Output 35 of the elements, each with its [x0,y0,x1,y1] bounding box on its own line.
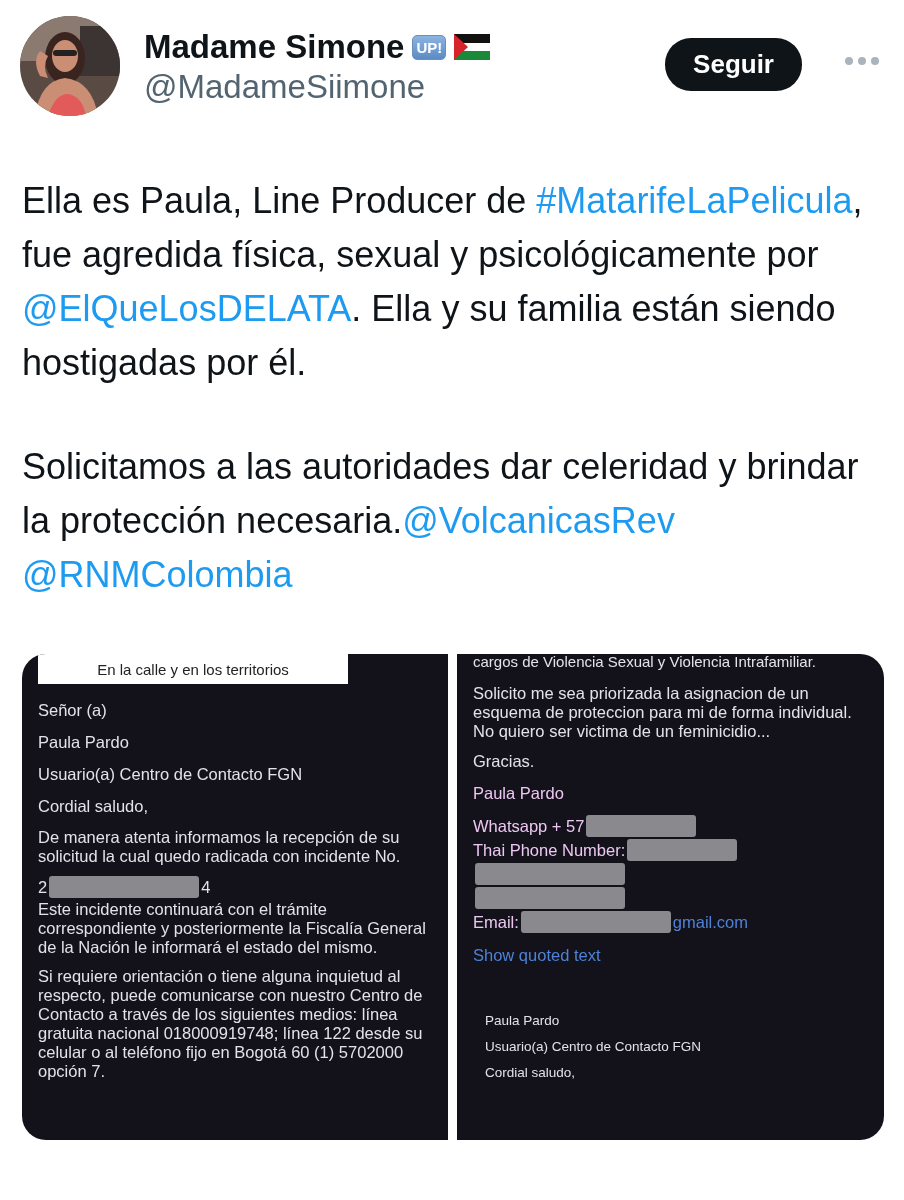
tweet-text: Solicitamos a las autoridades dar celeridad y brindar la protección necesaria.@VolcanicasRev @RNMColombia [22,445,860,597]
email-paragraph: Si requiere orientación o tiene alguna inquietud al respecto, puede comunicarse con nuestro Centro de Contacto a través de los siguientes medios: línea gratuita nacional 018000919748; línea 122 desde su celular o al teléfono fijo en Bogotá 60 (1) 5702000 opción 7. [38,967,424,1081]
badge-emoji: UP! [412,34,447,60]
author-handle: @MadameSiimone [144,68,427,106]
link[interactable]: @VolcanicasRev [402,500,675,541]
email-text: 2 [38,877,48,898]
quoted-text: Paula Pardo [485,1013,561,1029]
signature-name: Paula Pardo [473,783,565,803]
email-text: cargos de Violencia Sexual y Violencia Intrafamiliar. [473,654,817,670]
tweet-text: Ella es Paula, Line Producer de #MatarifeLaPelicula, fue agredida física, sexual y psicológicamente por @ElQueLosDELATA. Ella y su familia están siendo hostigadas por él. [22,179,864,385]
link[interactable]: @ElQueLosDELATA [22,288,352,329]
author-name[interactable]: Madame Simone [144,28,405,66]
email-paragraph: Solicito me sea priorizada la asignacion de un esquema de proteccion para mi de forma individual. No quiero ser victima de un feminicidio... [473,684,853,741]
email-text: Usuario(a) Centro de Contacto FGN [38,764,304,784]
quoted-text: Cordial saludo, [485,1065,577,1081]
email-text: Cordial saludo, [38,796,150,816]
email-text: Email: [473,912,519,933]
email-screenshot[interactable] [457,654,884,1140]
email-text: 4 [201,877,211,898]
email-text: Señor (a) [38,700,108,720]
link[interactable]: @RNMColombia [22,554,293,595]
email-text: Whatsapp + 57 [473,816,585,837]
email-paragraph: De manera atenta informamos la recepción de su solicitud la cual quedo radicada con incidente No. [38,828,402,866]
email-text: Gracias. [473,751,536,771]
follow-button[interactable]: Seguir [665,38,802,91]
email-text: gmail.com [672,912,749,933]
flag-icon [454,34,491,60]
email-text: Thai Phone Number: [473,840,626,861]
email-screenshot[interactable] [22,654,448,1140]
show-quoted-link[interactable]: Show quoted text [473,945,874,965]
email-paragraph: Este incidente continuará con el trámite correspondiente y posteriormente la Fiscalía General de la Nación le informará el estado del mismo. [38,900,427,957]
banner-text: En la calle y en los territorios [38,654,348,684]
link[interactable]: #MatarifeLaPelicula [536,180,853,221]
email-text: Paula Pardo [38,732,130,752]
quoted-text: Usuario(a) Centro de Contacto FGN [485,1039,703,1055]
